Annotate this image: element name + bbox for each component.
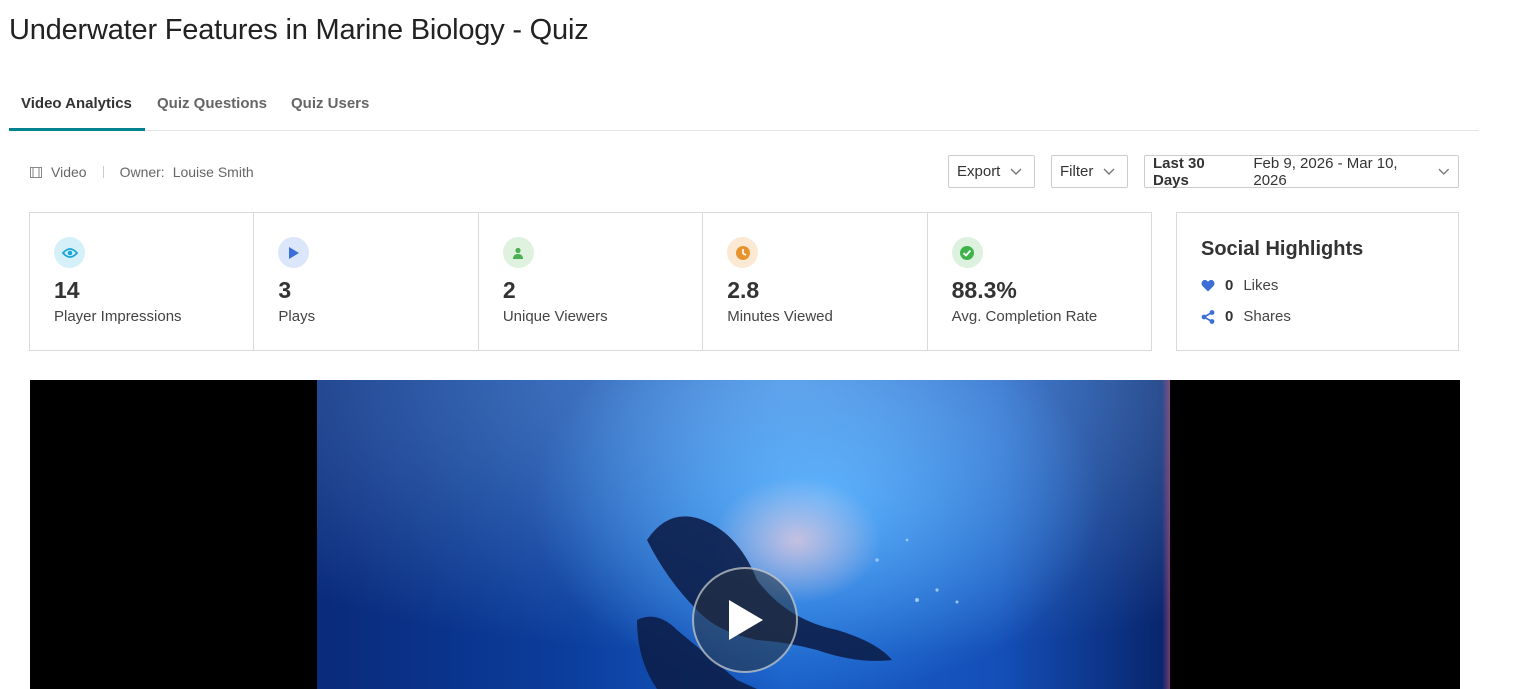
- chevron-down-icon: [1103, 168, 1115, 175]
- filter-dropdown[interactable]: Filter: [1051, 155, 1128, 188]
- stat-value: 88.3%: [951, 277, 1017, 303]
- stat-plays: 3 Plays: [254, 213, 479, 350]
- stats-panel: 14 Player Impressions 3 Plays 2 Unique V…: [29, 212, 1152, 351]
- stat-unique-viewers: 2 Unique Viewers: [479, 213, 704, 350]
- stat-minutes-viewed: 2.8 Minutes Viewed: [703, 213, 928, 350]
- owner-name: Louise Smith: [172, 164, 254, 180]
- play-icon: [278, 237, 310, 268]
- tab-video-analytics[interactable]: Video Analytics: [21, 95, 132, 112]
- likes-row: 0 Likes: [1201, 277, 1278, 294]
- shares-row: 0 Shares: [1201, 308, 1291, 325]
- tab-bar: Video Analytics Quiz Questions Quiz User…: [9, 83, 1479, 131]
- chevron-down-icon: [1010, 168, 1022, 175]
- film-icon: [30, 166, 42, 178]
- active-tab-underline: [9, 128, 145, 131]
- stat-label: Avg. Completion Rate: [951, 308, 1098, 325]
- eye-icon: [54, 237, 85, 268]
- play-button-icon[interactable]: [692, 567, 798, 673]
- social-highlights-panel: Social Highlights 0 Likes 0 Shares: [1176, 212, 1459, 351]
- clock-icon: [727, 237, 759, 268]
- stat-label: Unique Viewers: [502, 308, 608, 325]
- heart-icon: [1201, 279, 1215, 292]
- check-circle-icon: [951, 237, 983, 268]
- shares-label: Shares: [1243, 308, 1291, 325]
- stat-player-impressions: 14 Player Impressions: [30, 213, 255, 350]
- page-title: Underwater Features in Marine Biology - …: [9, 14, 589, 46]
- stat-value: 14: [54, 277, 80, 303]
- shares-count: 0: [1225, 308, 1234, 325]
- likes-label: Likes: [1243, 277, 1279, 294]
- owner-label: Owner:: [119, 164, 165, 180]
- share-icon: [1201, 309, 1215, 324]
- stat-label: Plays: [278, 308, 316, 325]
- date-range-dropdown[interactable]: Last 30 Days Feb 9, 2026 - Mar 10, 2026: [1144, 154, 1459, 189]
- filter-label: Filter: [1060, 163, 1094, 180]
- date-range-label: Last 30 Days: [1153, 154, 1205, 189]
- stat-value: 2: [502, 277, 516, 303]
- export-label: Export: [957, 163, 1001, 180]
- entry-meta: Video Owner: Louise Smith: [30, 164, 254, 180]
- tab-quiz-users[interactable]: Quiz Users: [291, 95, 369, 112]
- stat-value: 3: [278, 277, 292, 303]
- meta-separator: [102, 166, 104, 178]
- export-dropdown[interactable]: Export: [948, 155, 1035, 188]
- entry-type-label: Video: [51, 164, 87, 180]
- date-range-value: Feb 9, 2026 - Mar 10, 2026: [1253, 154, 1398, 189]
- video-player[interactable]: [30, 380, 1460, 689]
- tab-quiz-questions[interactable]: Quiz Questions: [157, 95, 267, 112]
- stat-label: Player Impressions: [54, 308, 182, 325]
- likes-count: 0: [1225, 277, 1234, 294]
- stat-value: 2.8: [727, 277, 760, 303]
- user-icon: [502, 237, 534, 268]
- stat-avg-completion-rate: 88.3% Avg. Completion Rate: [928, 213, 1151, 350]
- chevron-down-icon: [1438, 168, 1450, 175]
- stat-label: Minutes Viewed: [727, 308, 833, 325]
- social-highlights-title: Social Highlights: [1201, 238, 1364, 260]
